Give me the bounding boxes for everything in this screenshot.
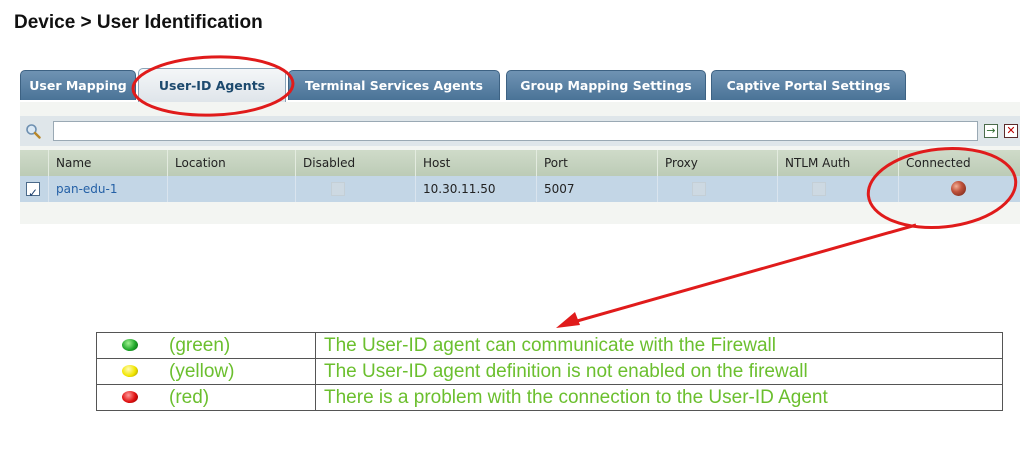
connected-cell [899, 176, 1020, 202]
legend-row-yellow: (yellow) The User-ID agent definition is… [96, 358, 1003, 385]
search-bar: → ✕ [20, 116, 1020, 146]
arrow-right-icon[interactable]: → [984, 124, 998, 138]
tab-captive-portal-settings[interactable]: Captive Portal Settings [711, 70, 906, 100]
page-title: Device > User Identification [14, 12, 263, 33]
legend-label: (yellow) [169, 361, 235, 382]
header-host[interactable]: Host [416, 150, 537, 176]
annotation-arrow-head [556, 312, 580, 328]
tab-user-id-agents[interactable]: User-ID Agents [138, 68, 286, 102]
agent-name-link[interactable]: pan-edu-1 [49, 176, 168, 202]
yellow-dot-icon [122, 365, 138, 377]
legend-label: (green) [169, 335, 231, 356]
legend-row-green: (green) The User-ID agent can communicat… [96, 332, 1003, 359]
annotation-arrow-line [562, 223, 917, 327]
table-row[interactable]: pan-edu-1 10.30.11.50 5007 [20, 176, 1020, 206]
disabled-cell [296, 176, 416, 202]
proxy-checkbox [692, 182, 706, 196]
header-proxy[interactable]: Proxy [658, 150, 778, 176]
legend-label: (red) [169, 387, 210, 408]
red-dot-icon [122, 391, 138, 403]
header-connected[interactable]: Connected [899, 150, 1020, 176]
search-icon [26, 124, 41, 139]
header-ntlm-auth[interactable]: NTLM Auth [778, 150, 899, 176]
ntlm-auth-checkbox [812, 182, 826, 196]
legend-description: The User-ID agent can communicate with t… [315, 332, 1003, 359]
agent-host: 10.30.11.50 [416, 176, 537, 202]
header-disabled[interactable]: Disabled [296, 150, 416, 176]
row-select-cell [20, 176, 49, 206]
connection-status-icon [951, 181, 966, 196]
close-icon[interactable]: ✕ [1004, 124, 1018, 138]
legend-description: There is a problem with the connection t… [315, 384, 1003, 411]
header-location[interactable]: Location [168, 150, 296, 176]
header-name[interactable]: Name [49, 150, 168, 176]
ntlm-auth-cell [778, 176, 899, 202]
tab-user-mapping[interactable]: User Mapping [20, 70, 136, 100]
search-input[interactable] [53, 121, 978, 141]
proxy-cell [658, 176, 778, 202]
agents-panel: → ✕ Name Location Disabled Host Port Pro… [20, 102, 1020, 224]
table-header: Name Location Disabled Host Port Proxy N… [20, 150, 1020, 176]
header-select [20, 150, 49, 176]
legend-row-red: (red) There is a problem with the connec… [96, 384, 1003, 411]
disabled-checkbox [331, 182, 345, 196]
tab-group-mapping-settings[interactable]: Group Mapping Settings [506, 70, 706, 100]
tab-bar: User Mapping User-ID Agents Terminal Ser… [20, 68, 1020, 103]
legend-description: The User-ID agent definition is not enab… [315, 358, 1003, 385]
green-dot-icon [122, 339, 138, 351]
tab-terminal-services-agents[interactable]: Terminal Services Agents [288, 70, 500, 100]
agent-port: 5007 [537, 176, 658, 202]
header-port[interactable]: Port [537, 150, 658, 176]
agent-location [168, 176, 296, 202]
status-legend: (green) The User-ID agent can communicat… [96, 332, 1003, 411]
row-select-checkbox[interactable] [26, 180, 40, 206]
